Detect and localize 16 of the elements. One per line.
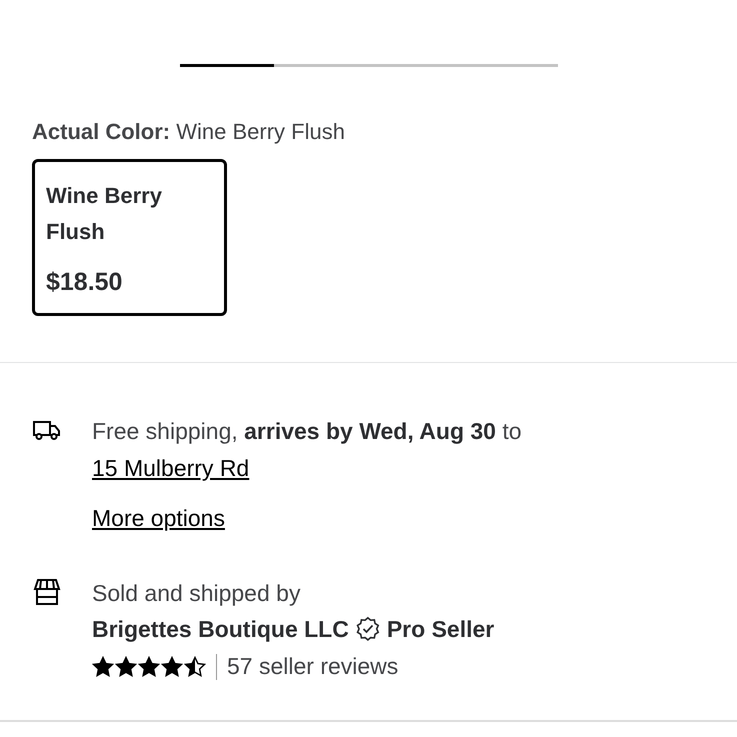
shipping-info: Free shipping, arrives by Wed, Aug 30 to 15 Mulberry Rd: [92, 417, 523, 483]
address-link[interactable]: 15 Mulberry Rd: [92, 455, 250, 481]
star-icon: [92, 656, 114, 678]
color-option[interactable]: Wine Berry Flush $18.50: [32, 159, 227, 316]
star-icon: [115, 656, 137, 678]
star-icon: [138, 656, 160, 678]
color-label: Actual Color: Wine Berry Flush: [32, 119, 346, 145]
check-badge-icon: [354, 616, 381, 642]
seller-reviews-link[interactable]: 57 seller reviews: [227, 653, 398, 680]
seller-name: Brigettes Boutique LLC: [92, 615, 349, 644]
sold-by-label: Sold and shipped by: [92, 579, 300, 608]
star-icon: [184, 656, 206, 678]
star-icon: [161, 656, 183, 678]
pro-seller-label: Pro Seller: [386, 615, 494, 644]
more-options-link[interactable]: More options: [92, 501, 225, 535]
store-icon: [32, 577, 62, 607]
